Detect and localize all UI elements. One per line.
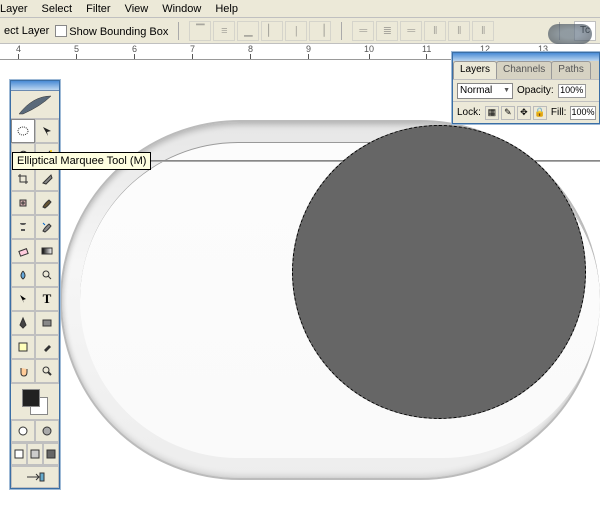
align-bottom-icon[interactable]: ▁ [237,21,259,41]
align-top-icon[interactable]: ▔ [189,21,211,41]
slice-tool[interactable] [35,167,59,191]
healing-tool[interactable] [11,191,35,215]
blend-mode-value: Normal [460,85,492,96]
ruler-label: 5 [74,44,79,54]
lock-position-icon[interactable]: ✥ [517,106,531,120]
dist-vcenter-icon[interactable]: ≣ [376,21,398,41]
fill-field[interactable]: 100% [570,106,595,120]
pen-tool[interactable] [11,311,35,335]
blend-mode-select[interactable]: Normal ▼ [457,83,513,99]
opacity-field[interactable]: 100% [558,84,586,98]
standard-mode-icon[interactable] [11,420,35,442]
menu-help[interactable]: Help [215,3,238,15]
foreground-color-icon[interactable] [22,389,40,407]
dist-top-icon[interactable]: ═ [352,21,374,41]
screen-full-icon[interactable] [43,443,59,465]
chevron-down-icon: ▼ [503,87,510,94]
ruler-label: 11 [422,44,431,54]
type-tool[interactable]: T [35,287,59,311]
color-swatch[interactable] [11,383,59,419]
eraser-tool[interactable] [11,239,35,263]
ruler-label: 9 [306,44,311,54]
tab-paths[interactable]: Paths [551,61,591,79]
ruler-label: 4 [16,44,21,54]
menu-bar: Layer Select Filter View Window Help [0,0,600,18]
opt-layer-label: ect Layer [4,25,49,37]
crop-tool[interactable] [11,167,35,191]
quickmask-mode-icon[interactable] [35,420,59,442]
panel-tabs: Layers Channels Paths [453,61,599,79]
dist-hcenter-icon[interactable]: ‖ [448,21,470,41]
options-bar: ect Layer Show Bounding Box ▔ ≡ ▁ ▏ | ▕ … [0,18,600,44]
dodge-tool[interactable] [35,263,59,287]
dist-right-icon[interactable]: ‖ [472,21,494,41]
move-tool[interactable] [35,119,59,143]
align-vcenter-icon[interactable]: ≡ [213,21,235,41]
divider [178,22,179,40]
tool-tooltip: Elliptical Marquee Tool (M) [12,152,151,170]
opacity-label: Opacity: [517,85,554,96]
menu-select[interactable]: Select [42,3,73,15]
jump-to-imageready-icon[interactable] [11,466,59,488]
menu-filter[interactable]: Filter [86,3,110,15]
toolbox-drag-handle[interactable] [11,81,59,91]
panel-drag-handle[interactable] [453,53,599,61]
shape-tool[interactable] [35,311,59,335]
ruler-label: 7 [190,44,195,54]
elliptical-selection[interactable] [292,125,586,419]
path-select-tool[interactable] [11,287,35,311]
canvas-area[interactable] [0,60,600,516]
lock-transparent-icon[interactable]: ▦ [485,106,499,120]
lock-paint-icon[interactable]: ✎ [501,106,515,120]
dist-bottom-icon[interactable]: ═ [400,21,422,41]
gradient-tool[interactable] [35,239,59,263]
notes-tool[interactable] [11,335,35,359]
hand-tool[interactable] [11,359,35,383]
tab-channels[interactable]: Channels [496,61,552,79]
screen-standard-icon[interactable] [11,443,27,465]
blur-tool[interactable] [11,263,35,287]
bounding-box-check[interactable]: Show Bounding Box [55,23,168,38]
toolbox-logo [11,91,59,119]
ruler-label: 6 [132,44,137,54]
menu-window[interactable]: Window [162,3,201,15]
ruler-label: 10 [364,44,374,54]
lock-all-icon[interactable]: 🔒 [533,106,547,120]
eyedropper-tool[interactable] [35,335,59,359]
toolbox-panel[interactable]: T [10,80,60,489]
lock-label: Lock: [457,107,481,118]
menu-layer[interactable]: Layer [0,3,28,15]
bounding-box-label: Show Bounding Box [69,26,168,38]
align-left-icon[interactable]: ▏ [261,21,283,41]
stamp-tool[interactable] [11,215,35,239]
document-canvas[interactable] [0,60,600,516]
ruler-label: 8 [248,44,253,54]
zoom-tool[interactable] [35,359,59,383]
layers-panel[interactable]: Layers Channels Paths Normal ▼ Opacity: 1… [452,52,600,124]
brush-tool[interactable] [35,191,59,215]
tab-layers[interactable]: Layers [453,61,497,79]
fill-label: Fill: [551,107,567,118]
history-brush-tool[interactable] [35,215,59,239]
docked-brush-icon [548,24,592,44]
lock-icons: ▦ ✎ ✥ 🔒 [485,106,547,120]
distribute-buttons: ═ ≣ ═ ‖ ‖ ‖ [352,21,494,41]
align-right-icon[interactable]: ▕ [309,21,331,41]
dist-left-icon[interactable]: ‖ [424,21,446,41]
align-hcenter-icon[interactable]: | [285,21,307,41]
align-buttons: ▔ ≡ ▁ ▏ | ▕ [189,21,331,41]
marquee-tool[interactable] [11,119,35,143]
divider [341,22,342,40]
menu-view[interactable]: View [125,3,149,15]
screen-fullmenu-icon[interactable] [27,443,43,465]
